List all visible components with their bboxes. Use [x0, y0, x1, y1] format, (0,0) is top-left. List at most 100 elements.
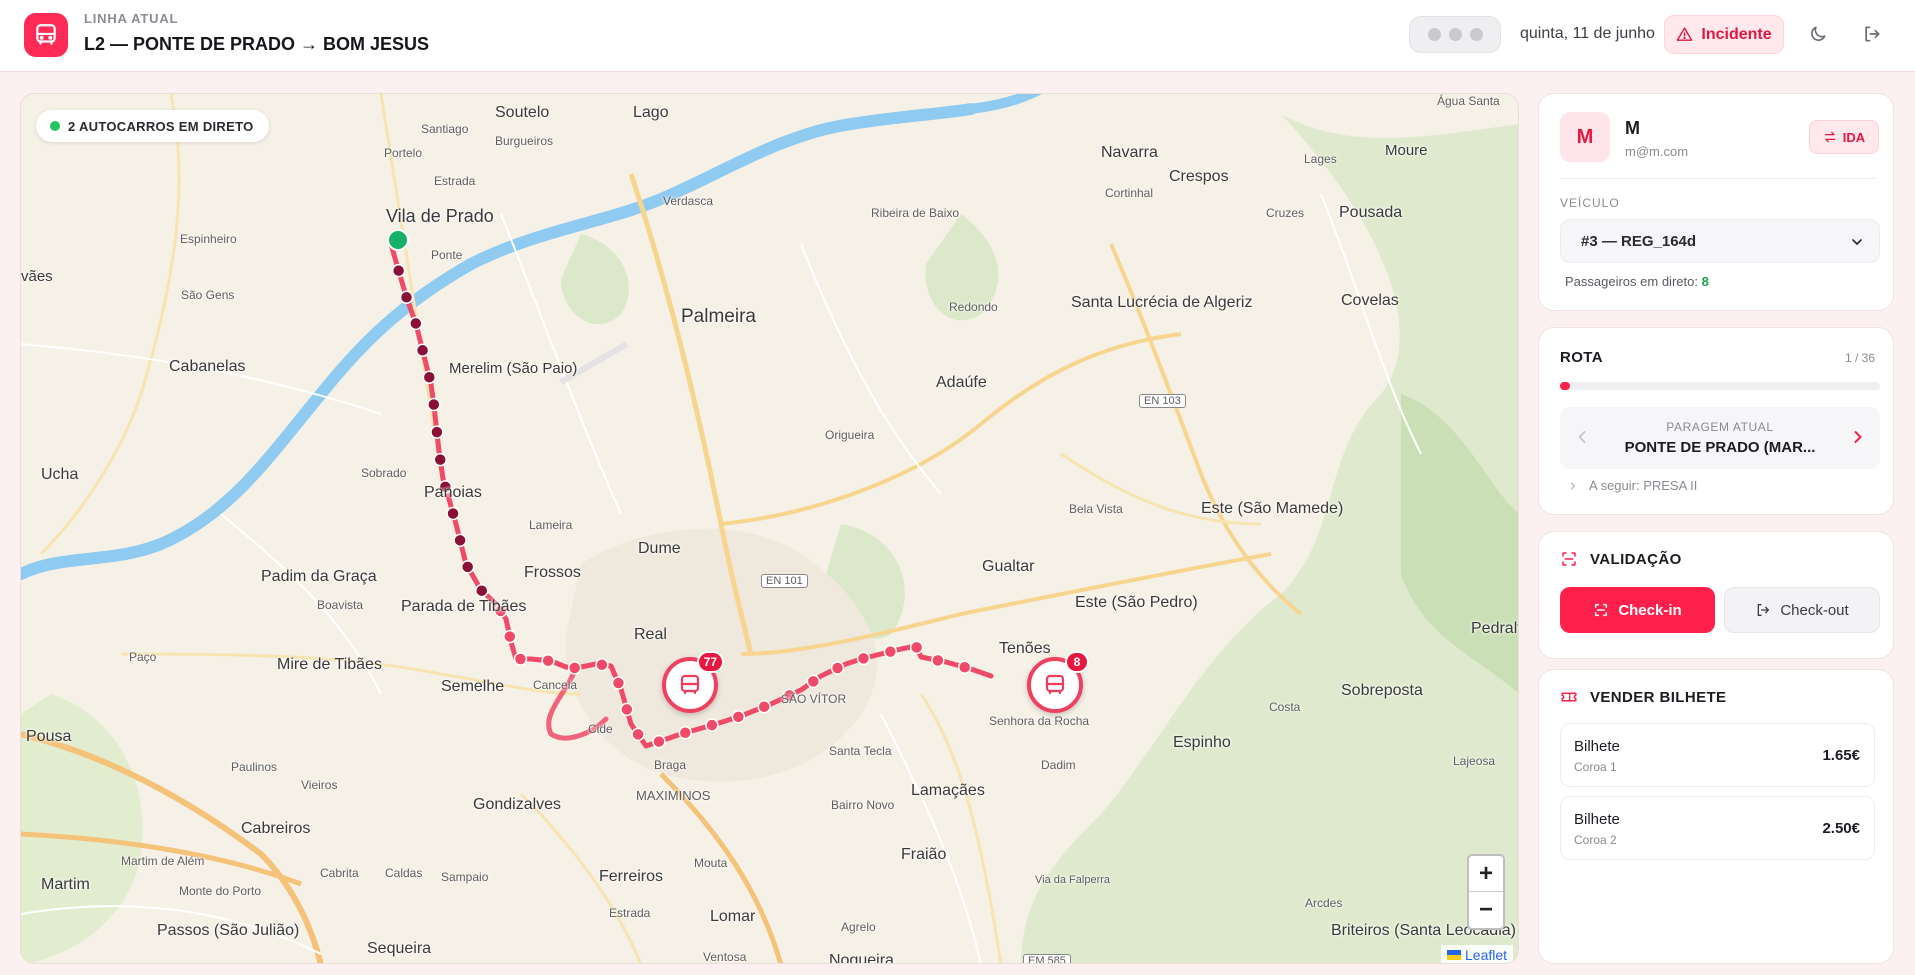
- map-place-label: Lomar: [710, 908, 756, 925]
- route-stop-dot[interactable]: [830, 661, 845, 675]
- map-place-label: EM 585: [1023, 954, 1071, 963]
- route-stop-dot[interactable]: [678, 726, 693, 740]
- ticket-option[interactable]: Bilhete Coroa 2 2.50€: [1560, 796, 1875, 860]
- route-title: ROTA: [1560, 349, 1603, 366]
- route-stop-dot[interactable]: [503, 629, 517, 644]
- map-place-label: Moure: [1385, 142, 1428, 159]
- zoom-in-button[interactable]: +: [1469, 856, 1503, 892]
- map-place-label: Espinheiro: [180, 232, 237, 246]
- route-stop-dot[interactable]: [856, 651, 871, 666]
- route-stop-dot[interactable]: [595, 658, 609, 672]
- current-stop-marker[interactable]: [387, 229, 409, 251]
- bus-marker[interactable]: 77: [662, 651, 724, 713]
- route-stop-dot[interactable]: [652, 734, 666, 749]
- attribution-link[interactable]: Leaflet: [1465, 947, 1507, 963]
- route-stop-dot[interactable]: [757, 699, 771, 714]
- map-place-label: Cruzes: [1266, 206, 1305, 220]
- route-stop-dot[interactable]: [541, 653, 555, 668]
- vehicle-select[interactable]: #3 — REG_164d: [1560, 219, 1880, 263]
- route-stop-dot[interactable]: [909, 640, 924, 655]
- route-stop-dot[interactable]: [427, 397, 441, 412]
- route-stop-dot[interactable]: [620, 702, 634, 717]
- live-buses-badge: 2 AUTOCARROS EM DIRETO: [36, 110, 269, 142]
- route-stop-dot[interactable]: [631, 727, 645, 742]
- validation-title: VALIDAÇÃO: [1590, 550, 1682, 568]
- route-stop-dot[interactable]: [705, 718, 719, 732]
- live-dot-icon: [50, 121, 60, 131]
- check-out-button[interactable]: Check-out: [1724, 587, 1880, 633]
- map-place-label: Palmeira: [681, 306, 756, 327]
- map-place-label: Frossos: [524, 564, 581, 581]
- top-bar: LINHA ATUAL L2 — PONTE DE PRADO → BOM JE…: [0, 0, 1915, 72]
- user-email: m@m.com: [1625, 144, 1689, 159]
- bus-passenger-count: 77: [696, 651, 724, 673]
- map-place-label: Martim: [41, 876, 90, 893]
- route-stop-dot[interactable]: [433, 452, 447, 467]
- incident-button[interactable]: Incidente: [1664, 15, 1784, 54]
- route-progress-fill: [1560, 382, 1570, 390]
- map-place-label: Estrada: [609, 906, 651, 920]
- route-stop-dot[interactable]: [415, 343, 430, 358]
- map-place-label: Cabreiros: [241, 820, 311, 837]
- chevron-down-icon: [1852, 239, 1862, 245]
- check-out-label: Check-out: [1780, 601, 1849, 619]
- zoom-out-button[interactable]: −: [1469, 892, 1503, 928]
- route-stop-dot[interactable]: [806, 674, 821, 689]
- route-stop-dot[interactable]: [957, 660, 972, 674]
- route-map[interactable]: OleirosSouteloLagoSantiagoBurgueirosPort…: [20, 93, 1519, 964]
- route-stop-dot[interactable]: [567, 661, 582, 675]
- route-card: ROTA 1 / 36 PARAGEM ATUAL PONTE DE PRADO…: [1538, 327, 1894, 515]
- route-stop-dot[interactable]: [883, 644, 898, 659]
- map-place-label: Santa Tecla: [829, 744, 892, 758]
- map-place-label: Sampaio: [441, 870, 489, 884]
- route-stop-dot[interactable]: [422, 370, 437, 384]
- map-place-label: Redondo: [949, 300, 998, 314]
- check-in-label: Check-in: [1618, 601, 1682, 619]
- validation-card: VALIDAÇÃO Check-in Check-out: [1538, 531, 1894, 659]
- avatar: M: [1560, 112, 1610, 162]
- status-dot: [1469, 28, 1483, 41]
- map-place-label: Paulinos: [231, 760, 278, 774]
- map-place-label: EN 101: [761, 574, 808, 588]
- route-stop-dot[interactable]: [430, 425, 444, 439]
- route-stop-dot[interactable]: [731, 710, 746, 724]
- direction-label: IDA: [1842, 129, 1866, 145]
- route-stop-dot[interactable]: [446, 506, 460, 521]
- route-stop-dot[interactable]: [453, 533, 467, 548]
- route-stop-dot[interactable]: [391, 263, 406, 278]
- map-attribution[interactable]: Leaflet: [1441, 945, 1514, 963]
- map-place-label: Lamaçães: [911, 782, 985, 799]
- route-stop-dot[interactable]: [931, 653, 945, 668]
- map-place-label: Lago: [633, 104, 669, 121]
- dark-mode-toggle[interactable]: [1804, 20, 1832, 48]
- map-place-label: Estrada: [434, 174, 476, 188]
- route-stop-dot[interactable]: [460, 560, 475, 574]
- warning-icon: [1677, 27, 1693, 41]
- swap-icon: [1824, 131, 1836, 143]
- passengers-label: Passageiros em direto:: [1565, 274, 1698, 289]
- scan-icon: [1562, 552, 1576, 566]
- current-stop-name: PONTE DE PRADO (MAR...: [1624, 439, 1816, 456]
- map-place-label: Costa: [1269, 700, 1301, 714]
- map-place-label: Pousada: [1339, 204, 1403, 221]
- check-in-button[interactable]: Check-in: [1560, 587, 1715, 633]
- route-stop-dot[interactable]: [399, 290, 414, 305]
- route-stop-dot[interactable]: [409, 316, 423, 331]
- logout-button[interactable]: [1858, 20, 1886, 48]
- map-place-label: Cancela: [533, 678, 578, 692]
- tickets-header: VENDER BILHETE: [1560, 688, 1726, 706]
- map-place-label: Este (São Pedro): [1075, 594, 1198, 611]
- map-place-label: Adaúfe: [936, 374, 987, 391]
- route-stop-dot[interactable]: [475, 583, 489, 598]
- ticket-zone: Coroa 1: [1574, 760, 1617, 774]
- route-stop-dot[interactable]: [513, 652, 528, 666]
- map-place-label: Ponte: [431, 248, 463, 262]
- map-place-label: vães: [21, 268, 53, 285]
- bus-marker[interactable]: 8: [1027, 651, 1089, 713]
- ticket-option[interactable]: Bilhete Coroa 1 1.65€: [1560, 723, 1875, 787]
- direction-toggle-button[interactable]: IDA: [1809, 120, 1879, 154]
- map-place-label: Dume: [638, 540, 681, 557]
- chevron-right-icon[interactable]: [1848, 427, 1868, 447]
- route-stop-dot[interactable]: [611, 676, 626, 690]
- map-place-label: Bairro Novo: [831, 798, 895, 812]
